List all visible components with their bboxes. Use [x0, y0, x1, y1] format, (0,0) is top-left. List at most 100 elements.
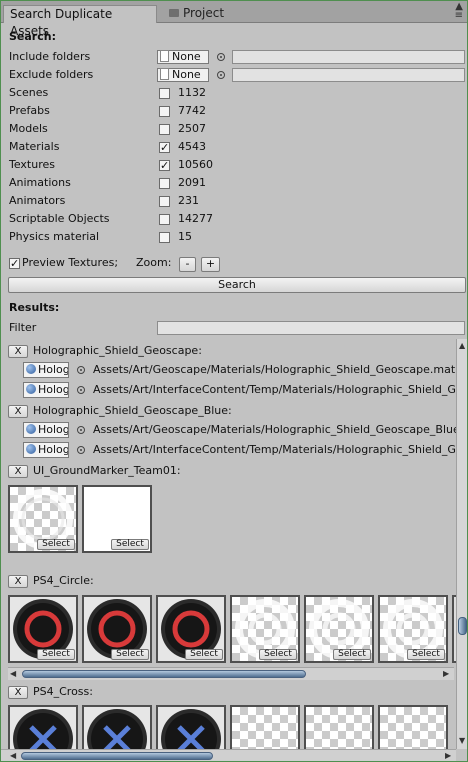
tab-project[interactable]: Project: [163, 5, 273, 23]
type-count-models: 2507: [178, 122, 206, 135]
remove-group-button[interactable]: X: [8, 405, 28, 418]
checkmark-icon: ✓: [160, 159, 170, 172]
include-folders-field[interactable]: None: [157, 50, 209, 64]
remove-group-button[interactable]: X: [8, 686, 28, 699]
scroll-right-icon[interactable]: ▶: [445, 752, 451, 760]
type-checkbox-animators[interactable]: [159, 196, 170, 207]
material-field[interactable]: Holographic_Shield_Geoscape_Blue: [23, 442, 69, 458]
scrollbar-thumb[interactable]: [21, 752, 213, 760]
group-title: UI_GroundMarker_Team01:: [33, 464, 181, 477]
remove-group-button[interactable]: X: [8, 345, 28, 358]
scroll-down-icon[interactable]: ▼: [459, 737, 465, 745]
select-button[interactable]: Select: [333, 649, 371, 660]
exclude-folders-label: Exclude folders: [9, 68, 94, 81]
material-field[interactable]: Holographic_Shield_Geoscape: [23, 382, 69, 398]
type-checkbox-scenes[interactable]: [159, 88, 170, 99]
type-label-materials: Materials: [9, 140, 60, 153]
scroll-right-icon[interactable]: ▶: [443, 670, 449, 678]
material-field[interactable]: Holographic_Shield_Geoscape_Blue: [23, 422, 69, 438]
search-button[interactable]: Search: [8, 277, 466, 293]
type-count-animations: 2091: [178, 176, 206, 189]
horizontal-scrollbar[interactable]: ◀ ▶: [8, 667, 454, 680]
results-list: X Holographic_Shield_Geoscape: Holograph…: [1, 339, 456, 761]
exclude-folders-field[interactable]: None: [157, 68, 209, 82]
object-picker-icon[interactable]: [217, 71, 225, 79]
type-label-textures: Textures: [9, 158, 55, 171]
texture-thumbnail[interactable]: Select: [8, 595, 78, 663]
filter-input[interactable]: [157, 321, 465, 335]
scroll-up-icon[interactable]: ▲: [459, 342, 465, 350]
zoom-out-button[interactable]: -: [179, 257, 196, 272]
type-checkbox-textures[interactable]: ✓: [159, 160, 170, 171]
type-checkbox-physics-material[interactable]: [159, 232, 170, 243]
select-button[interactable]: Select: [407, 649, 445, 660]
material-asset-name: Holographic_Shield_Geoscape: [38, 383, 68, 396]
texture-thumbnail[interactable]: Select: [82, 595, 152, 663]
vertical-scrollbar[interactable]: ▲ ▼: [456, 339, 467, 749]
asset-path: Assets/Art/InterfaceContent/Temp/Materia…: [93, 443, 456, 456]
texture-thumbnail[interactable]: Select: [304, 595, 374, 663]
checkmark-icon: ✓: [10, 257, 20, 270]
tab-bar: Search Duplicate Assets Project ▲ ≡: [1, 1, 467, 38]
object-picker-icon[interactable]: [77, 366, 85, 374]
zoom-label: Zoom:: [136, 256, 172, 269]
object-picker-icon[interactable]: [77, 426, 85, 434]
select-button[interactable]: Select: [37, 649, 75, 660]
texture-thumbnail[interactable]: Select: [8, 485, 78, 553]
asset-path: Assets/Art/Geoscape/Materials/Holographi…: [93, 363, 456, 376]
select-button[interactable]: Select: [185, 649, 223, 660]
include-folders-label: Include folders: [9, 50, 91, 63]
search-heading: Search:: [9, 30, 56, 43]
preview-textures-label: Preview Textures;: [22, 256, 119, 269]
type-count-prefabs: 7742: [178, 104, 206, 117]
folder-icon: [169, 9, 179, 17]
type-checkbox-scriptable-objects[interactable]: [159, 214, 170, 225]
include-folders-value: None: [172, 50, 201, 63]
remove-group-button[interactable]: X: [8, 465, 28, 478]
zoom-in-button[interactable]: +: [201, 257, 220, 272]
object-picker-icon[interactable]: [77, 386, 85, 394]
scroll-left-icon[interactable]: ◀: [10, 752, 16, 760]
results-heading: Results:: [9, 301, 60, 314]
texture-thumbnail[interactable]: Select: [156, 595, 226, 663]
group-title: Holographic_Shield_Geoscape_Blue:: [33, 404, 232, 417]
select-button[interactable]: Select: [111, 539, 149, 550]
type-label-physics-material: Physics material: [9, 230, 100, 243]
window-controls[interactable]: ▲ ≡: [455, 2, 463, 21]
texture-thumbnail[interactable]: Select: [378, 595, 448, 663]
select-button[interactable]: Select: [111, 649, 149, 660]
material-field[interactable]: Holographic_Shield_Geoscape: [23, 362, 69, 378]
scroll-left-icon[interactable]: ◀: [10, 670, 16, 678]
material-asset-name: Holographic_Shield_Geoscape_Blue: [38, 443, 68, 456]
remove-group-button[interactable]: X: [8, 575, 28, 588]
select-button[interactable]: Select: [259, 649, 297, 660]
type-count-scriptable-objects: 14277: [178, 212, 213, 225]
select-button[interactable]: Select: [37, 539, 75, 550]
filter-label: Filter: [9, 321, 37, 334]
material-sphere-icon: [26, 444, 36, 454]
menu-icon[interactable]: ≡: [455, 11, 463, 21]
scrollbar-thumb[interactable]: [458, 617, 467, 635]
exclude-folders-path[interactable]: [232, 68, 465, 82]
document-icon: [160, 68, 169, 80]
type-checkbox-prefabs[interactable]: [159, 106, 170, 117]
type-checkbox-models[interactable]: [159, 124, 170, 135]
preview-textures-checkbox[interactable]: ✓: [9, 258, 20, 269]
object-picker-icon[interactable]: [217, 53, 225, 61]
bottom-horizontal-scrollbar[interactable]: ◀ ▶: [1, 749, 456, 761]
tab-search-duplicate-assets[interactable]: Search Duplicate Assets: [3, 5, 157, 38]
type-label-prefabs: Prefabs: [9, 104, 50, 117]
type-label-scriptable-objects: Scriptable Objects: [9, 212, 110, 225]
type-label-animations: Animations: [9, 176, 71, 189]
include-folders-path[interactable]: [232, 50, 465, 64]
scrollbar-thumb[interactable]: [22, 670, 306, 678]
group-title: PS4_Cross:: [33, 685, 93, 698]
material-asset-name: Holographic_Shield_Geoscape: [38, 363, 68, 376]
type-checkbox-materials[interactable]: ✓: [159, 142, 170, 153]
type-label-animators: Animators: [9, 194, 66, 207]
material-sphere-icon: [26, 364, 36, 374]
texture-thumbnail[interactable]: Select: [82, 485, 152, 553]
texture-thumbnail[interactable]: Select: [230, 595, 300, 663]
type-checkbox-animations[interactable]: [159, 178, 170, 189]
object-picker-icon[interactable]: [77, 446, 85, 454]
